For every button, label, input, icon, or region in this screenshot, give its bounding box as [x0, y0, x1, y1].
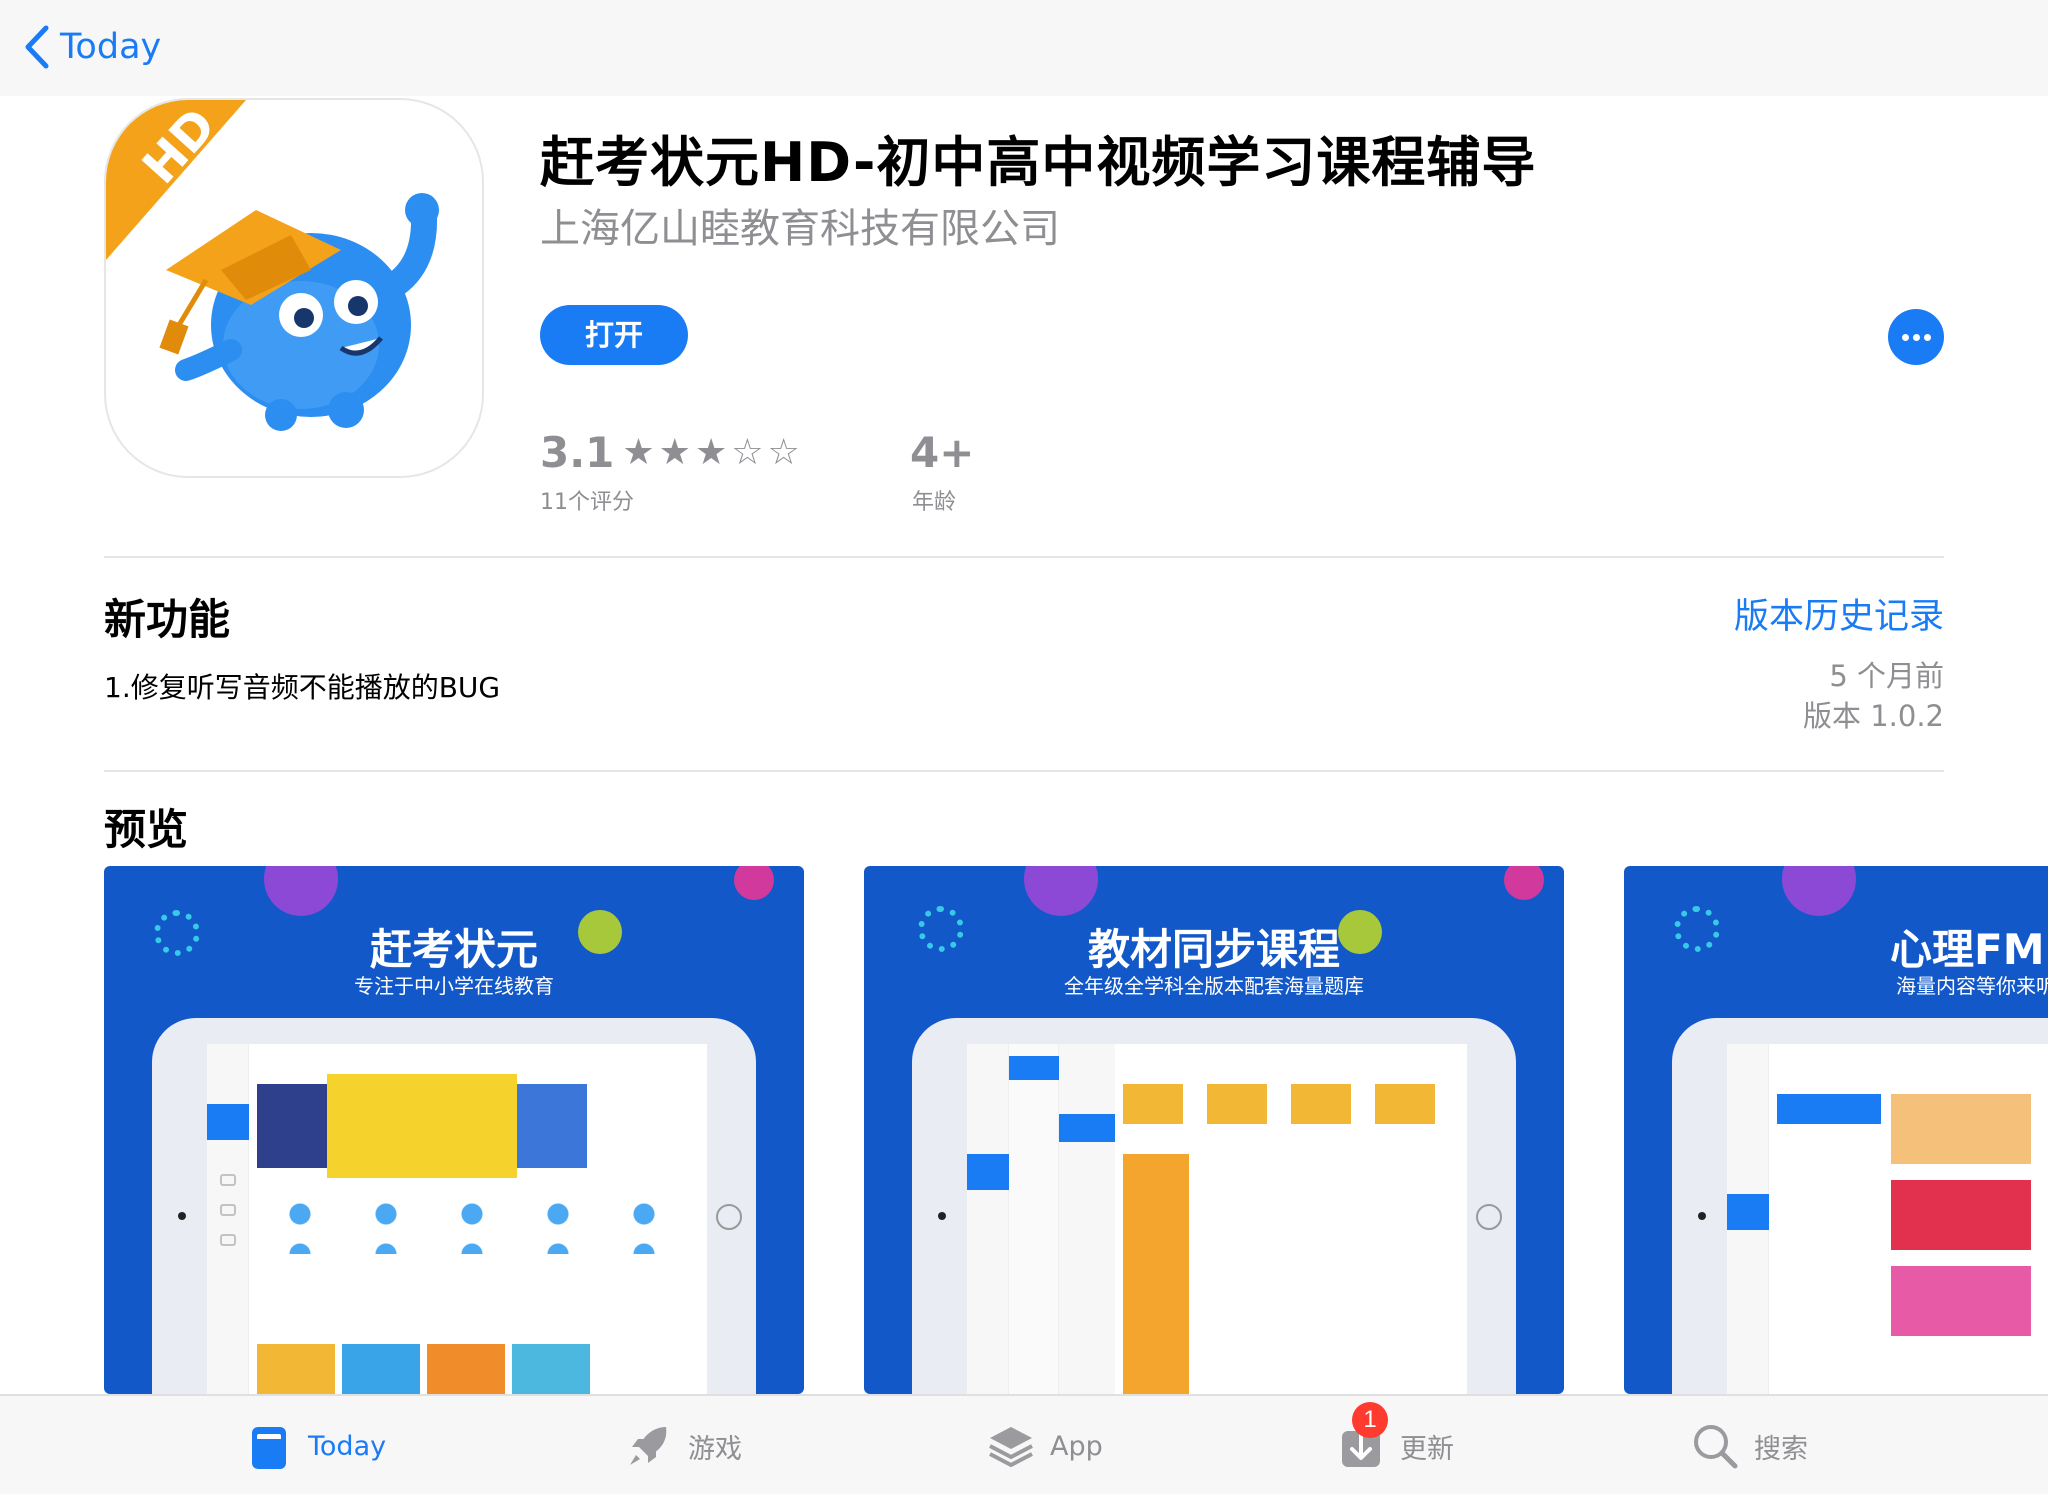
app-title: 赶考状元HD-初中高中视频学习课程辅导 [540, 131, 1537, 194]
back-button[interactable]: Today [22, 24, 161, 70]
tab-games[interactable]: 游戏 [624, 1396, 742, 1494]
tab-label: 游戏 [688, 1433, 742, 1465]
rating-count: 11个评分 [540, 490, 634, 515]
app-icon: HD [104, 98, 484, 478]
chevron-left-icon [25, 25, 49, 69]
subject-active [1009, 1056, 1059, 1080]
tab-search[interactable]: 搜索 [1690, 1396, 1808, 1494]
decor-circle [734, 866, 774, 900]
ipad-camera [1698, 1212, 1706, 1220]
screenshot-subtitle: 海量内容等你来听 [1896, 974, 2048, 998]
screenshot-title: 心理FM [1890, 925, 2045, 974]
ipad-frame [152, 1018, 756, 1394]
app-sidebar [207, 1044, 249, 1394]
version-number: 版本 1.0.2 [1802, 699, 1944, 733]
ellipsis-icon [1913, 334, 1920, 341]
course-thumb [512, 1344, 590, 1394]
course-list [1123, 1154, 1453, 1394]
decor-circle [1782, 866, 1856, 916]
screenshot-subtitle: 专注于中小学在线教育 [354, 974, 554, 998]
category-active [1059, 1114, 1115, 1142]
open-button[interactable]: 打开 [540, 305, 688, 365]
ipad-home-button [716, 1204, 742, 1230]
divider [104, 556, 1944, 558]
release-notes: 1.修复听写音频不能播放的BUG [104, 671, 501, 704]
more-options-button[interactable] [1888, 309, 1944, 365]
fm-card [1891, 1180, 2031, 1250]
tab-bar: Today 游戏 App 更新 搜索 [0, 1394, 2048, 1494]
rating-stars: ★★★☆☆ [622, 432, 804, 473]
age-rating: 4+ [910, 428, 975, 477]
age-label: 年龄 [912, 490, 957, 515]
whats-new-title: 新功能 [104, 595, 231, 644]
screenshot-title: 赶考状元 [369, 925, 538, 974]
category-list [1059, 1044, 1115, 1394]
tab-label: 更新 [1400, 1433, 1454, 1465]
divider [104, 770, 1944, 772]
rating-summary: 3.1 ★★★☆☆ [540, 428, 804, 477]
screenshot-1[interactable]: 赶考状元 专注于中小学在线教育 [104, 866, 804, 1394]
release-info: 5 个月前 版本 1.0.2 [1803, 656, 1944, 736]
subject-list [1009, 1044, 1059, 1394]
banner-right [517, 1084, 587, 1168]
screenshot-2[interactable]: 教材同步课程 全年级全学科全版本配套海量题库 [864, 866, 1564, 1394]
ipad-frame [912, 1018, 1516, 1394]
preview-title: 预览 [104, 805, 189, 854]
sidebar-icon [220, 1234, 236, 1246]
sidebar-active [1727, 1194, 1769, 1230]
top-nav-bar: Today [0, 0, 2048, 96]
tab-label: Today [308, 1430, 387, 1462]
banner-left [257, 1084, 327, 1168]
sidebar-icon [220, 1174, 236, 1186]
rocket-icon [630, 1427, 667, 1465]
version-history-link[interactable]: 版本历史记录 [1734, 588, 1944, 639]
sidebar-active [207, 1104, 249, 1140]
decor-circle [1504, 866, 1544, 900]
ellipsis-icon [1924, 334, 1931, 341]
screenshot-3[interactable]: 心理FM 海量内容等你来听 [1624, 866, 2048, 1394]
tab-label: App [1050, 1430, 1103, 1462]
search-icon [1694, 1425, 1738, 1469]
ipad-screen [967, 1044, 1467, 1394]
course-thumb [342, 1344, 420, 1394]
back-button-label: Today [60, 27, 162, 67]
textbook-row [1123, 1084, 1453, 1124]
category-icons [257, 1194, 687, 1254]
release-time: 5 个月前 [1829, 659, 1944, 693]
ipad-screen [207, 1044, 707, 1394]
course-thumb [427, 1344, 505, 1394]
layers-icon [989, 1427, 1033, 1468]
updates-badge: 1 [1352, 1402, 1388, 1438]
ipad-camera [178, 1212, 186, 1220]
today-icon [244, 1421, 294, 1471]
developer-link[interactable]: 上海亿山睦教育科技有限公司 [540, 196, 1060, 254]
decor-circle [1024, 866, 1098, 916]
app-sidebar [967, 1044, 1009, 1394]
channel-active [1777, 1094, 1881, 1124]
ipad-frame [1672, 1018, 2048, 1394]
decor-circle [264, 866, 338, 916]
fm-card [1891, 1266, 2031, 1336]
tab-apps[interactable]: App [986, 1396, 1103, 1494]
fm-card [1891, 1094, 2031, 1164]
ipad-home-button [1476, 1204, 1502, 1230]
sidebar-active [967, 1154, 1009, 1190]
screenshot-subtitle: 全年级全学科全版本配套海量题库 [1064, 974, 1364, 998]
ipad-screen [1727, 1044, 2048, 1394]
sidebar-icon [220, 1204, 236, 1216]
ellipsis-icon [1902, 334, 1909, 341]
rating-score: 3.1 [540, 428, 615, 477]
screenshot-title: 教材同步课程 [1087, 925, 1340, 974]
tab-label: 搜索 [1754, 1433, 1808, 1465]
banner-main [327, 1074, 517, 1178]
app-sidebar [1727, 1044, 1769, 1394]
course-thumb [257, 1344, 335, 1394]
ipad-camera [938, 1212, 946, 1220]
tab-today[interactable]: Today [244, 1396, 386, 1494]
